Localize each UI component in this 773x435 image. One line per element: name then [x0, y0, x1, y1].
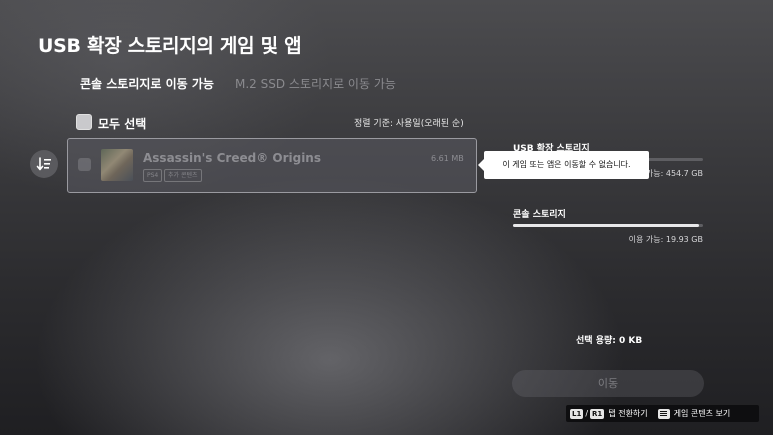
view-content-hint: 게임 콘텐츠 보기	[673, 409, 731, 418]
game-thumbnail	[101, 149, 133, 181]
move-button[interactable]: 이동	[512, 370, 704, 397]
console-storage-bar	[513, 224, 703, 227]
console-storage-available: 이용 가능: 19.93 GB	[628, 235, 703, 244]
tooltip: 이 게임 또는 앱은 이동할 수 없습니다.	[484, 151, 649, 179]
button-hint-bar: L1 / R1 탭 전환하기 게임 콘텐츠 보기	[566, 405, 759, 422]
l1-key-icon: L1	[570, 408, 584, 419]
options-icon	[657, 408, 670, 419]
tab-console-storage[interactable]: 콘솔 스토리지로 이동 가능	[80, 75, 214, 92]
select-all-checkbox[interactable]	[76, 114, 92, 130]
selected-capacity: 선택 용량: 0 KB	[576, 336, 643, 346]
sort-label: 정렬 기준: 사용일(오래된 순)	[354, 119, 464, 129]
console-storage-fill	[513, 224, 700, 227]
tab-switch-hint: 탭 전환하기	[608, 409, 648, 418]
game-size: 6.61 MB	[431, 154, 464, 163]
game-title: Assassin's Creed® Origins	[143, 151, 321, 165]
item-checkbox[interactable]	[78, 158, 91, 171]
page-title: USB 확장 스토리지의 게임 및 앱	[38, 35, 302, 57]
tab-m2-ssd-storage[interactable]: M.2 SSD 스토리지로 이동 가능	[235, 75, 396, 92]
hint-separator: /	[585, 409, 589, 418]
sort-button[interactable]	[30, 150, 58, 178]
addon-badge: 추가 콘텐츠	[164, 169, 202, 182]
platform-badge: PS4	[143, 169, 163, 182]
r1-key-icon: R1	[590, 408, 605, 419]
select-all-label[interactable]: 모두 선택	[98, 115, 146, 132]
sort-icon	[36, 157, 51, 171]
console-storage-label: 콘솔 스토리지	[513, 210, 566, 220]
